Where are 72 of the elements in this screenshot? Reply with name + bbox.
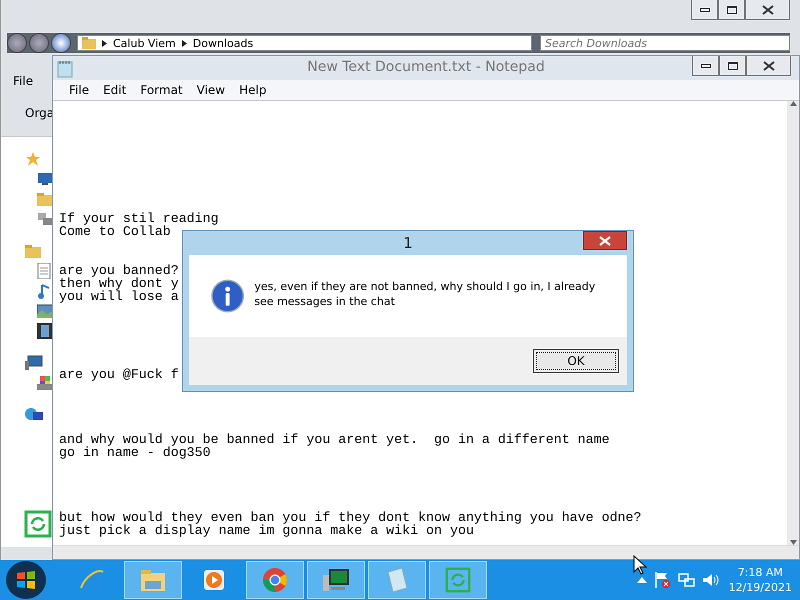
text-line: just pick a display name im gonna make a wiki on you <box>59 524 474 537</box>
close-button[interactable] <box>745 0 790 20</box>
home-button[interactable] <box>51 33 71 53</box>
flag-icon[interactable] <box>652 571 671 589</box>
close-icon <box>762 60 774 70</box>
menu-item[interactable]: Help <box>239 83 266 97</box>
menu-item[interactable]: File <box>69 83 90 97</box>
notepad-icon <box>57 60 73 78</box>
picture-icon[interactable] <box>37 304 53 318</box>
network-icon[interactable] <box>676 571 695 589</box>
horizontal-scrollbar[interactable] <box>53 545 799 559</box>
music-note-icon[interactable] <box>37 283 51 299</box>
back-button[interactable] <box>7 33 27 53</box>
search-field[interactable]: Search Downloads <box>540 35 790 51</box>
mouse-cursor-icon <box>633 555 647 575</box>
ok-button[interactable]: OK <box>533 349 619 373</box>
text-line: but how would they even ban you if they dont know anything you have odne? <box>59 511 642 524</box>
monitor-icon[interactable] <box>37 172 53 186</box>
text-line: If your stil reading <box>59 212 219 225</box>
computer-icon[interactable] <box>25 355 43 371</box>
computer-icon <box>321 567 351 593</box>
forward-button[interactable] <box>29 33 49 53</box>
text-line: and why would you be banned if you arent yet. go in a different name <box>59 433 610 446</box>
scroll-down-arrow-icon[interactable] <box>790 540 796 545</box>
menu-item[interactable]: View <box>196 83 226 97</box>
time-text: 7:18 AM <box>738 565 783 580</box>
speaker-icon[interactable] <box>700 571 719 589</box>
network-icon[interactable] <box>25 407 43 423</box>
dialog-message: yes, even if they are not banned, why should I go in, I already see messages in the chat <box>254 279 596 309</box>
breadcrumb-item[interactable]: Calub Viem <box>113 36 176 50</box>
windows-logo-icon <box>15 569 37 591</box>
dialog-title: 1 <box>403 234 413 252</box>
film-icon[interactable] <box>37 323 53 339</box>
folder-icon <box>82 37 96 49</box>
text-line: go in name - dog350 <box>59 446 211 459</box>
star-icon[interactable] <box>25 151 41 167</box>
minimize-button[interactable] <box>691 0 718 20</box>
close-button[interactable] <box>583 231 627 250</box>
menu-item[interactable]: Edit <box>103 83 126 97</box>
close-icon <box>762 4 774 14</box>
text-line: are you banned? <box>59 264 179 277</box>
breadcrumb-item[interactable]: Downloads <box>192 36 254 50</box>
start-button[interactable] <box>6 561 46 599</box>
info-icon <box>211 279 244 313</box>
minimize-button[interactable] <box>692 56 719 76</box>
text-line: then why dont y <box>59 277 179 290</box>
sync-icon <box>444 566 472 594</box>
chevron-icon <box>182 40 187 46</box>
scroll-up-arrow-icon[interactable] <box>790 101 796 106</box>
window-title: New Text Document.txt - Notepad <box>307 59 545 75</box>
text-line: you will lose a <box>59 290 179 303</box>
taskbar-button[interactable] <box>307 561 365 599</box>
play-icon <box>201 567 227 593</box>
vertical-scrollbar[interactable] <box>787 101 799 545</box>
sync-icon <box>23 509 53 539</box>
date-text: 12/19/2021 <box>728 580 792 595</box>
maximize-button[interactable] <box>718 0 745 20</box>
folder-icon <box>139 567 167 593</box>
close-button[interactable] <box>746 56 791 76</box>
close-icon <box>599 236 611 246</box>
address-bar[interactable]: Calub Viem Downloads <box>77 35 532 51</box>
menu-item[interactable]: Format <box>140 83 183 97</box>
menu-item[interactable]: File <box>13 74 34 88</box>
document-icon[interactable] <box>37 263 51 279</box>
chevron-icon <box>102 40 107 46</box>
drive-icon[interactable] <box>37 375 53 391</box>
folder-icon[interactable] <box>37 192 53 206</box>
maximize-button[interactable] <box>719 56 746 76</box>
network-places-icon[interactable] <box>37 212 53 226</box>
browser-icon <box>261 566 289 594</box>
text-line: Come to Collab <box>59 225 171 238</box>
text-line: are you @Fuck f <box>59 368 179 381</box>
